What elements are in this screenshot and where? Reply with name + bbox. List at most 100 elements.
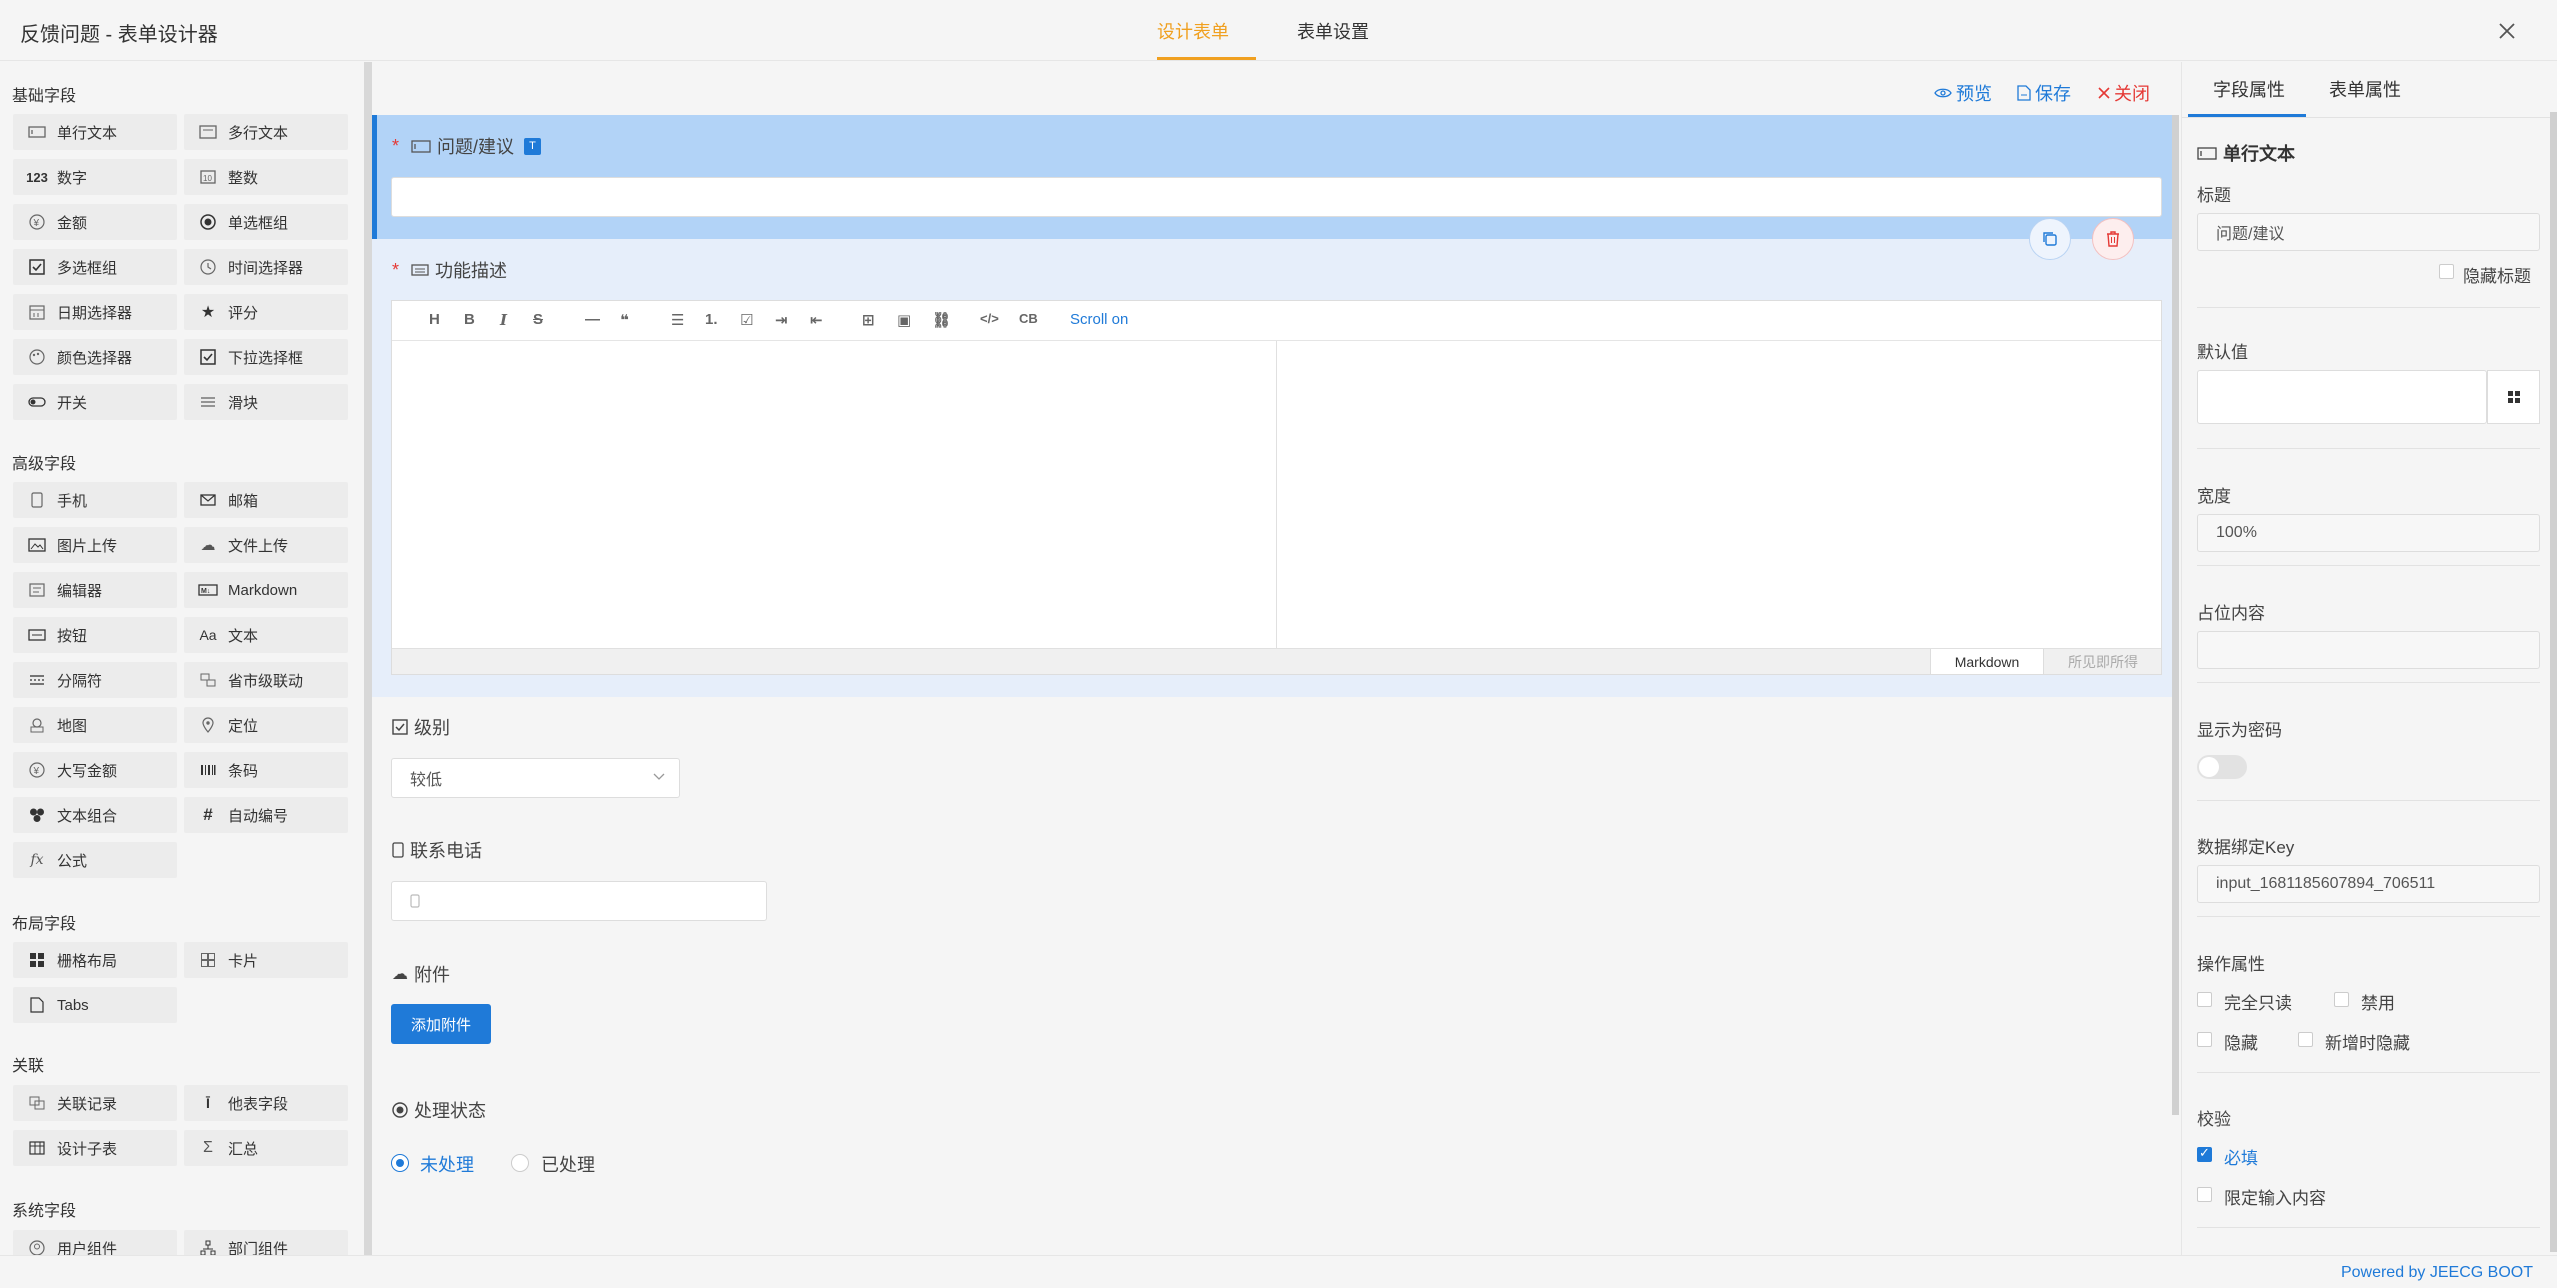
phone-input[interactable] [391, 881, 767, 921]
readonly-checkbox[interactable] [2197, 992, 2212, 1007]
default-value-picker-button[interactable] [2487, 370, 2540, 424]
tab-form-properties[interactable]: 表单属性 [2329, 76, 2401, 102]
field-editor[interactable]: 编辑器 [13, 572, 177, 608]
field-dropdown[interactable]: 下拉选择框 [184, 339, 348, 375]
disabled-checkbox[interactable] [2334, 992, 2349, 1007]
field-cascade[interactable]: 省市级联动 [184, 662, 348, 698]
limit-input-checkbox[interactable] [2197, 1187, 2212, 1202]
eye-icon [1934, 87, 1952, 99]
status-option-pending[interactable]: 未处理 [420, 1151, 474, 1177]
scroll-on-toggle[interactable]: Scroll on [1070, 311, 1128, 328]
canvas-scrollbar[interactable] [2172, 115, 2179, 1115]
password-toggle[interactable] [2197, 755, 2247, 779]
field-formula[interactable]: fx 公式 [13, 842, 177, 878]
task-tool[interactable]: ☑ [740, 311, 753, 329]
field-card[interactable]: 卡片 [184, 942, 348, 978]
field-sum[interactable]: Σ 汇总 [184, 1130, 348, 1166]
outdent-tool[interactable]: ⇤ [810, 311, 823, 329]
hide-on-add-checkbox[interactable] [2298, 1032, 2313, 1047]
width-input[interactable]: 100% [2197, 514, 2540, 552]
field-subtable[interactable]: 设计子表 [13, 1130, 177, 1166]
required-checkbox[interactable] [2197, 1145, 2212, 1162]
hide-on-add-label: 新增时隐藏 [2325, 1034, 2410, 1053]
strikethrough-tool[interactable]: S [533, 311, 543, 328]
field-map[interactable]: 地图 [13, 707, 177, 743]
heading-tool[interactable]: H [429, 311, 440, 328]
table-tool[interactable]: ⊞ [862, 311, 875, 329]
quote-tool[interactable]: ❝ [620, 311, 629, 329]
field-text[interactable]: Aa 文本 [184, 617, 348, 653]
add-attachment-button[interactable]: 添加附件 [391, 1004, 491, 1044]
code-tool[interactable]: </> [980, 311, 999, 326]
field-radio-group[interactable]: 单选框组 [184, 204, 348, 240]
field-capital-money[interactable]: ¥ 大写金额 [13, 752, 177, 788]
placeholder-input[interactable] [2197, 631, 2540, 669]
group-title-relation: 关联 [12, 1058, 45, 1075]
status-option-done[interactable]: 已处理 [541, 1151, 595, 1177]
question-input[interactable] [391, 177, 2162, 217]
codeblock-tool[interactable]: CB [1019, 311, 1038, 326]
star-icon: ★ [200, 304, 216, 321]
close-button[interactable]: 关闭 [2098, 80, 2150, 106]
close-icon[interactable] [2496, 20, 2518, 42]
field-image-upload[interactable]: 图片上传 [13, 527, 177, 563]
indent-tool[interactable]: ⇥ [775, 311, 788, 329]
delete-field-button[interactable] [2092, 218, 2134, 260]
field-grid-layout[interactable]: 栅格布局 [13, 942, 177, 978]
markdown-editor[interactable]: H B I S — ❝ ☰ 1. ☑ ⇥ ⇤ ⊞ ▣ ⛓ </> CB Scro… [391, 300, 2162, 675]
field-text-combo[interactable]: 文本组合 [13, 797, 177, 833]
field-markdown[interactable]: M↓ Markdown [184, 572, 348, 608]
field-integer[interactable]: 10 整数 [184, 159, 348, 195]
hidden-checkbox[interactable] [2197, 1032, 2212, 1047]
key-input[interactable]: input_1681185607894_706511 [2197, 865, 2540, 903]
sidebar-scrollbar[interactable] [364, 62, 372, 1255]
field-phone[interactable]: 手机 [13, 482, 177, 518]
field-link-record[interactable]: 关联记录 [13, 1085, 177, 1121]
field-number[interactable]: 123 数字 [13, 159, 177, 195]
title-input[interactable]: 问题/建议 [2197, 213, 2540, 251]
mode-wysiwyg-tab[interactable]: 所见即所得 [2044, 649, 2162, 674]
field-single-line[interactable]: 单行文本 [13, 114, 177, 150]
save-button[interactable]: 保存 [2017, 80, 2071, 106]
powered-by-link[interactable]: Powered by JEECG BOOT [2341, 1264, 2533, 1282]
field-rating[interactable]: ★ 评分 [184, 294, 348, 330]
field-location[interactable]: 定位 [184, 707, 348, 743]
field-multi-line[interactable]: 多行文本 [184, 114, 348, 150]
bold-tool[interactable]: B [464, 311, 475, 328]
tab-field-properties[interactable]: 字段属性 [2213, 76, 2285, 102]
copy-field-button[interactable] [2029, 218, 2071, 260]
mode-markdown-tab[interactable]: Markdown [1930, 649, 2044, 674]
tab-form-settings[interactable]: 表单设置 [1297, 18, 1369, 44]
preview-button[interactable]: 预览 [1934, 80, 1992, 106]
field-switch[interactable]: 开关 [13, 384, 177, 420]
field-other-table[interactable]: Ī 他表字段 [184, 1085, 348, 1121]
status-radio-done[interactable] [511, 1154, 529, 1172]
default-input[interactable] [2197, 370, 2487, 424]
tab-design-form[interactable]: 设计表单 [1157, 18, 1229, 44]
field-money[interactable]: ¥ 金额 [13, 204, 177, 240]
link-tool[interactable]: ⛓ [932, 311, 951, 329]
italic-tool[interactable]: I [500, 311, 507, 329]
property-panel-scrollbar[interactable] [2550, 112, 2557, 1252]
field-time-picker[interactable]: 时间选择器 [184, 249, 348, 285]
field-date-picker[interactable]: 日期选择器 [13, 294, 177, 330]
field-user[interactable]: 用户组件 [13, 1230, 177, 1255]
field-button[interactable]: 按钮 [13, 617, 177, 653]
ul-tool[interactable]: ☰ [671, 311, 684, 329]
field-slider[interactable]: 滑块 [184, 384, 348, 420]
field-department[interactable]: 部门组件 [184, 1230, 348, 1255]
field-color-picker[interactable]: 颜色选择器 [13, 339, 177, 375]
field-tabs[interactable]: Tabs [13, 987, 177, 1023]
field-checkbox-group[interactable]: 多选框组 [13, 249, 177, 285]
field-auto-number[interactable]: # 自动编号 [184, 797, 348, 833]
field-file-upload[interactable]: ☁ 文件上传 [184, 527, 348, 563]
status-radio-pending[interactable] [391, 1154, 409, 1172]
field-barcode[interactable]: 条码 [184, 752, 348, 788]
ol-tool[interactable]: 1. [705, 311, 718, 328]
level-select[interactable]: 较低 [391, 758, 680, 798]
field-mail[interactable]: 邮箱 [184, 482, 348, 518]
hide-title-checkbox[interactable] [2439, 264, 2454, 279]
hr-tool[interactable]: — [585, 311, 600, 328]
image-tool[interactable]: ▣ [897, 311, 911, 329]
field-divider[interactable]: 分隔符 [13, 662, 177, 698]
